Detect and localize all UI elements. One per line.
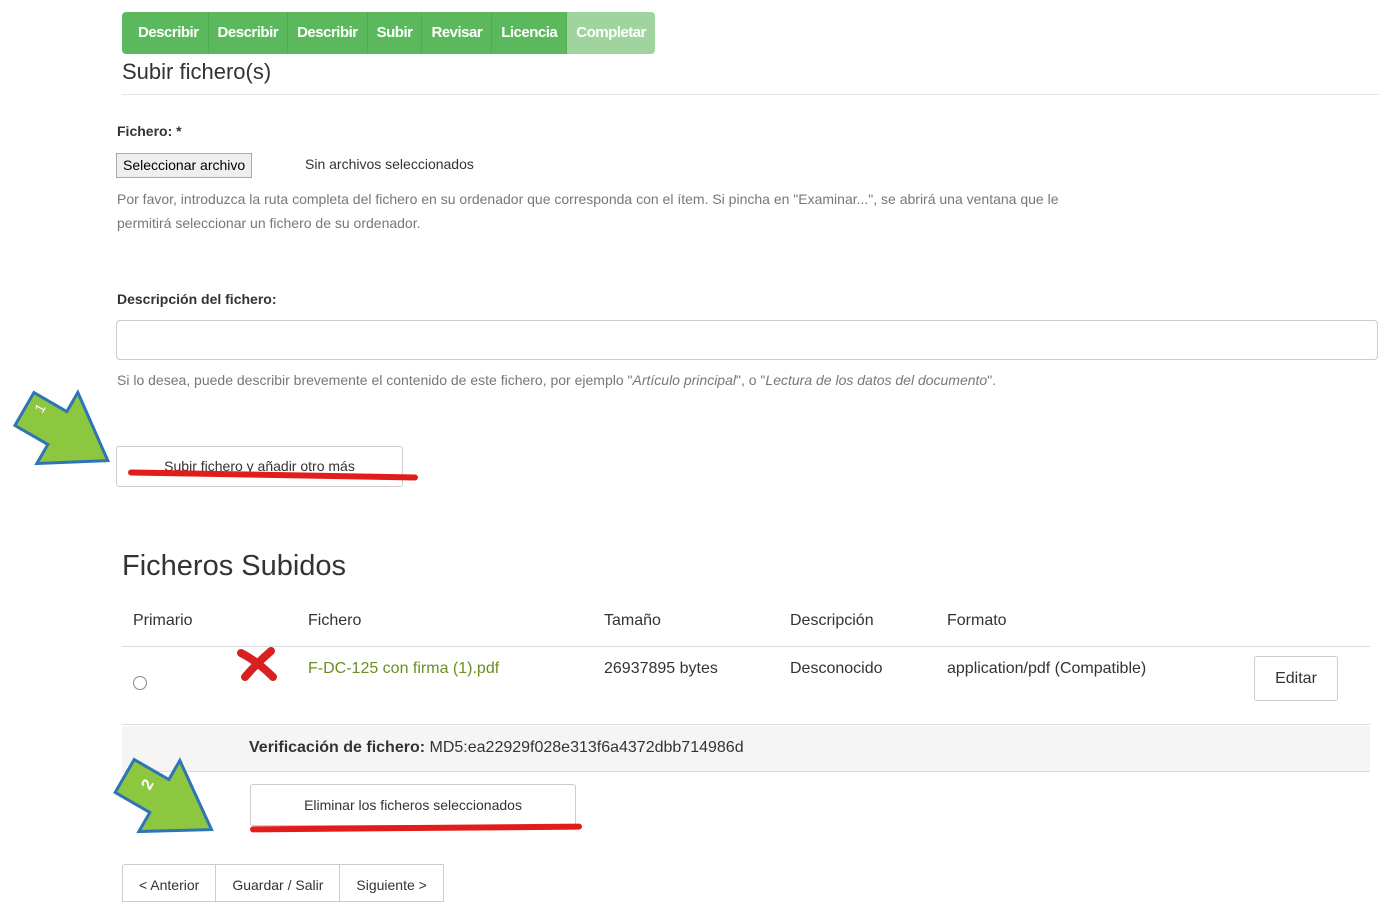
file-label: Fichero: * (117, 123, 182, 139)
description-help-part-c: ". (987, 372, 997, 388)
progress-steps: Describir Describir Describir Subir Revi… (122, 12, 655, 54)
wizard-navigation: < Anterior Guardar / Salir Siguiente > (122, 864, 444, 902)
column-tamano: Tamaño (604, 612, 661, 629)
row-divider (122, 724, 1370, 725)
step-describir-2[interactable]: Describir (208, 12, 289, 54)
previous-button[interactable]: < Anterior (122, 864, 217, 902)
delete-selected-files-button[interactable]: Eliminar los ficheros seleccionados (250, 784, 576, 826)
description-help-example-2: Lectura de los datos del documento (765, 372, 988, 388)
file-format: application/pdf (Compatible) (947, 660, 1147, 677)
file-size: 26937895 bytes (604, 660, 718, 677)
primary-radio[interactable] (133, 676, 147, 690)
table-header-divider (122, 646, 1370, 647)
step-licencia[interactable]: Licencia (492, 12, 568, 54)
edit-button[interactable]: Editar (1254, 656, 1338, 701)
file-help-text: Por favor, introduzca la ruta completa d… (117, 187, 1382, 235)
file-description: Desconocido (790, 660, 883, 677)
file-link[interactable]: F-DC-125 con firma (1).pdf (308, 660, 499, 678)
red-x-icon (237, 647, 277, 681)
description-help-example-1: Artículo principal (632, 372, 737, 388)
step-describir-1[interactable]: Describir (122, 12, 209, 54)
description-help-text: Si lo desea, puede describir brevemente … (117, 368, 996, 392)
description-help-part-a: Si lo desea, puede describir brevemente … (117, 372, 633, 388)
file-status-text: Sin archivos seleccionados (305, 156, 474, 172)
file-help-line-1: Por favor, introduzca la ruta completa d… (117, 191, 1059, 207)
step-describir-3[interactable]: Describir (288, 12, 368, 54)
checksum-row: Verificación de fichero: MD5:ea22929f028… (122, 726, 1370, 772)
page-title: Subir fichero(s) (122, 59, 272, 84)
green-arrow-icon (113, 757, 214, 834)
checksum-text: Verificación de fichero: MD5:ea22929f028… (249, 739, 744, 757)
choose-file-button[interactable]: Seleccionar archivo (116, 153, 253, 178)
description-help-part-b: ", o " (736, 372, 766, 388)
green-arrow-icon (12, 389, 111, 466)
step-completar: Completar (567, 12, 655, 54)
checksum-value: MD5:ea22929f028e313f6a4372dbb714986d (429, 739, 744, 756)
file-help-line-2: permitirá seleccionar un fichero de su o… (117, 215, 421, 231)
upload-and-add-another-button[interactable]: Subir fichero y añadir otro más (116, 446, 403, 487)
checksum-label: Verificación de fichero: (249, 739, 426, 756)
description-input[interactable] (116, 320, 1378, 360)
column-primario: Primario (133, 612, 193, 629)
column-descripcion: Descripción (790, 612, 874, 629)
uploaded-files-title: Ficheros Subidos (122, 550, 347, 582)
save-exit-button[interactable]: Guardar / Salir (215, 864, 341, 902)
column-fichero: Fichero (308, 612, 362, 629)
description-label: Descripción del fichero: (117, 291, 277, 307)
next-button[interactable]: Siguiente > (339, 864, 444, 902)
column-formato: Formato (947, 612, 1007, 629)
step-subir[interactable]: Subir (367, 12, 423, 54)
title-divider (122, 94, 1379, 95)
step-revisar[interactable]: Revisar (422, 12, 493, 54)
